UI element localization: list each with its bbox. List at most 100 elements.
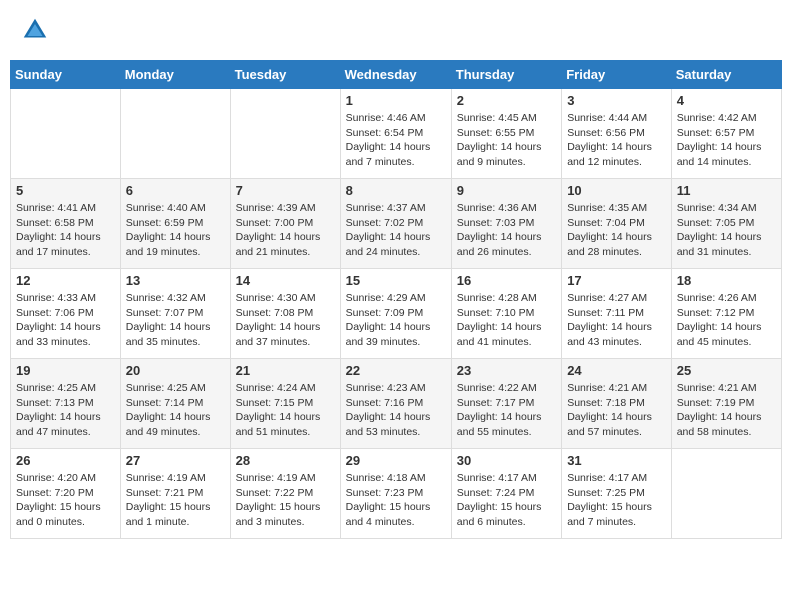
day-info: Sunrise: 4:20 AM Sunset: 7:20 PM Dayligh…	[16, 471, 115, 530]
calendar-cell	[230, 89, 340, 179]
col-header-thursday: Thursday	[451, 61, 561, 89]
col-header-friday: Friday	[562, 61, 672, 89]
calendar-cell: 4 Sunrise: 4:42 AM Sunset: 6:57 PM Daylig…	[671, 89, 781, 179]
calendar-cell: 30 Sunrise: 4:17 AM Sunset: 7:24 PM Dayli…	[451, 449, 561, 539]
day-info: Sunrise: 4:17 AM Sunset: 7:24 PM Dayligh…	[457, 471, 556, 530]
day-info: Sunrise: 4:25 AM Sunset: 7:14 PM Dayligh…	[126, 381, 225, 440]
calendar-week-row: 26 Sunrise: 4:20 AM Sunset: 7:20 PM Dayli…	[11, 449, 782, 539]
day-number: 14	[236, 273, 335, 288]
page-header	[10, 10, 782, 50]
day-number: 3	[567, 93, 666, 108]
day-info: Sunrise: 4:30 AM Sunset: 7:08 PM Dayligh…	[236, 291, 335, 350]
logo-icon	[20, 15, 50, 45]
day-info: Sunrise: 4:28 AM Sunset: 7:10 PM Dayligh…	[457, 291, 556, 350]
day-number: 4	[677, 93, 776, 108]
col-header-monday: Monday	[120, 61, 230, 89]
calendar-cell	[120, 89, 230, 179]
calendar-cell	[11, 89, 121, 179]
day-number: 25	[677, 363, 776, 378]
day-number: 9	[457, 183, 556, 198]
calendar-cell: 6 Sunrise: 4:40 AM Sunset: 6:59 PM Daylig…	[120, 179, 230, 269]
day-info: Sunrise: 4:42 AM Sunset: 6:57 PM Dayligh…	[677, 111, 776, 170]
day-number: 29	[346, 453, 446, 468]
day-info: Sunrise: 4:35 AM Sunset: 7:04 PM Dayligh…	[567, 201, 666, 260]
day-number: 1	[346, 93, 446, 108]
day-number: 2	[457, 93, 556, 108]
day-number: 17	[567, 273, 666, 288]
day-info: Sunrise: 4:44 AM Sunset: 6:56 PM Dayligh…	[567, 111, 666, 170]
calendar-cell: 26 Sunrise: 4:20 AM Sunset: 7:20 PM Dayli…	[11, 449, 121, 539]
day-info: Sunrise: 4:22 AM Sunset: 7:17 PM Dayligh…	[457, 381, 556, 440]
calendar-cell: 25 Sunrise: 4:21 AM Sunset: 7:19 PM Dayli…	[671, 359, 781, 449]
day-info: Sunrise: 4:33 AM Sunset: 7:06 PM Dayligh…	[16, 291, 115, 350]
day-number: 6	[126, 183, 225, 198]
day-info: Sunrise: 4:41 AM Sunset: 6:58 PM Dayligh…	[16, 201, 115, 260]
day-info: Sunrise: 4:24 AM Sunset: 7:15 PM Dayligh…	[236, 381, 335, 440]
day-number: 11	[677, 183, 776, 198]
day-number: 16	[457, 273, 556, 288]
day-info: Sunrise: 4:32 AM Sunset: 7:07 PM Dayligh…	[126, 291, 225, 350]
calendar-cell: 20 Sunrise: 4:25 AM Sunset: 7:14 PM Dayli…	[120, 359, 230, 449]
day-number: 23	[457, 363, 556, 378]
day-number: 18	[677, 273, 776, 288]
calendar-week-row: 1 Sunrise: 4:46 AM Sunset: 6:54 PM Daylig…	[11, 89, 782, 179]
calendar-cell: 13 Sunrise: 4:32 AM Sunset: 7:07 PM Dayli…	[120, 269, 230, 359]
col-header-tuesday: Tuesday	[230, 61, 340, 89]
day-number: 10	[567, 183, 666, 198]
day-number: 24	[567, 363, 666, 378]
calendar-cell	[671, 449, 781, 539]
day-number: 31	[567, 453, 666, 468]
calendar-cell: 1 Sunrise: 4:46 AM Sunset: 6:54 PM Daylig…	[340, 89, 451, 179]
calendar-table: SundayMondayTuesdayWednesdayThursdayFrid…	[10, 60, 782, 539]
day-info: Sunrise: 4:27 AM Sunset: 7:11 PM Dayligh…	[567, 291, 666, 350]
day-info: Sunrise: 4:40 AM Sunset: 6:59 PM Dayligh…	[126, 201, 225, 260]
col-header-wednesday: Wednesday	[340, 61, 451, 89]
day-number: 7	[236, 183, 335, 198]
calendar-cell: 2 Sunrise: 4:45 AM Sunset: 6:55 PM Daylig…	[451, 89, 561, 179]
day-info: Sunrise: 4:17 AM Sunset: 7:25 PM Dayligh…	[567, 471, 666, 530]
calendar-week-row: 12 Sunrise: 4:33 AM Sunset: 7:06 PM Dayli…	[11, 269, 782, 359]
day-number: 28	[236, 453, 335, 468]
calendar-week-row: 5 Sunrise: 4:41 AM Sunset: 6:58 PM Daylig…	[11, 179, 782, 269]
calendar-cell: 3 Sunrise: 4:44 AM Sunset: 6:56 PM Daylig…	[562, 89, 672, 179]
calendar-cell: 16 Sunrise: 4:28 AM Sunset: 7:10 PM Dayli…	[451, 269, 561, 359]
calendar-cell: 12 Sunrise: 4:33 AM Sunset: 7:06 PM Dayli…	[11, 269, 121, 359]
day-number: 12	[16, 273, 115, 288]
calendar-cell: 22 Sunrise: 4:23 AM Sunset: 7:16 PM Dayli…	[340, 359, 451, 449]
calendar-cell: 29 Sunrise: 4:18 AM Sunset: 7:23 PM Dayli…	[340, 449, 451, 539]
day-info: Sunrise: 4:39 AM Sunset: 7:00 PM Dayligh…	[236, 201, 335, 260]
day-number: 15	[346, 273, 446, 288]
calendar-cell: 14 Sunrise: 4:30 AM Sunset: 7:08 PM Dayli…	[230, 269, 340, 359]
calendar-cell: 31 Sunrise: 4:17 AM Sunset: 7:25 PM Dayli…	[562, 449, 672, 539]
calendar-cell: 5 Sunrise: 4:41 AM Sunset: 6:58 PM Daylig…	[11, 179, 121, 269]
day-info: Sunrise: 4:25 AM Sunset: 7:13 PM Dayligh…	[16, 381, 115, 440]
day-number: 13	[126, 273, 225, 288]
day-info: Sunrise: 4:19 AM Sunset: 7:22 PM Dayligh…	[236, 471, 335, 530]
calendar-cell: 8Sunrise: 4:37 AM Sunset: 7:02 PM Daylig…	[340, 179, 451, 269]
day-info: Sunrise: 4:21 AM Sunset: 7:18 PM Dayligh…	[567, 381, 666, 440]
calendar-cell: 15 Sunrise: 4:29 AM Sunset: 7:09 PM Dayli…	[340, 269, 451, 359]
calendar-cell: 11 Sunrise: 4:34 AM Sunset: 7:05 PM Dayli…	[671, 179, 781, 269]
day-info: Sunrise: 4:34 AM Sunset: 7:05 PM Dayligh…	[677, 201, 776, 260]
day-info: Sunrise: 4:46 AM Sunset: 6:54 PM Dayligh…	[346, 111, 446, 170]
calendar-cell: 19 Sunrise: 4:25 AM Sunset: 7:13 PM Dayli…	[11, 359, 121, 449]
calendar-cell: 17 Sunrise: 4:27 AM Sunset: 7:11 PM Dayli…	[562, 269, 672, 359]
day-info: Sunrise: 4:45 AM Sunset: 6:55 PM Dayligh…	[457, 111, 556, 170]
day-info: Sunrise: 4:23 AM Sunset: 7:16 PM Dayligh…	[346, 381, 446, 440]
day-number: 20	[126, 363, 225, 378]
day-number: 5	[16, 183, 115, 198]
day-number: 30	[457, 453, 556, 468]
calendar-cell: 7 Sunrise: 4:39 AM Sunset: 7:00 PM Daylig…	[230, 179, 340, 269]
calendar-cell: 18Sunrise: 4:26 AM Sunset: 7:12 PM Dayli…	[671, 269, 781, 359]
col-header-saturday: Saturday	[671, 61, 781, 89]
day-info: Sunrise: 4:21 AM Sunset: 7:19 PM Dayligh…	[677, 381, 776, 440]
day-info: Sunrise: 4:18 AM Sunset: 7:23 PM Dayligh…	[346, 471, 446, 530]
calendar-cell: 24 Sunrise: 4:21 AM Sunset: 7:18 PM Dayli…	[562, 359, 672, 449]
day-info: Sunrise: 4:29 AM Sunset: 7:09 PM Dayligh…	[346, 291, 446, 350]
day-number: 21	[236, 363, 335, 378]
day-number: 19	[16, 363, 115, 378]
calendar-week-row: 19 Sunrise: 4:25 AM Sunset: 7:13 PM Dayli…	[11, 359, 782, 449]
calendar-cell: 21 Sunrise: 4:24 AM Sunset: 7:15 PM Dayli…	[230, 359, 340, 449]
day-number: 22	[346, 363, 446, 378]
day-number: 26	[16, 453, 115, 468]
